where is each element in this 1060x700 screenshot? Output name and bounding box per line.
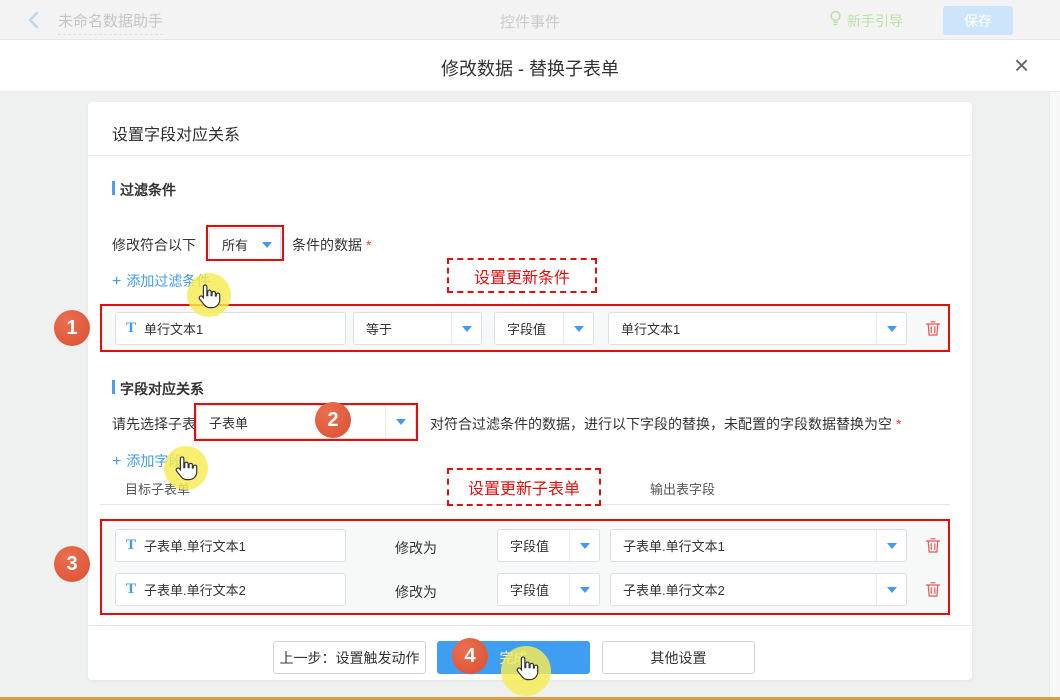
text-field-icon: T xyxy=(126,581,136,598)
mapping-valuetype-value: 字段值 xyxy=(498,536,569,555)
mapping-target-input[interactable]: T 子表单.单行文本2 xyxy=(115,573,346,606)
text-field-icon: T xyxy=(126,320,136,337)
card-header: 设置字段对应关系 xyxy=(88,102,972,156)
required-mark: * xyxy=(896,416,901,432)
mapping-valuetype-select[interactable]: 字段值 xyxy=(497,573,600,606)
top-bar: 未命名数据助手 控件事件 新手引导 保存 xyxy=(0,0,1060,40)
chevron-down-icon xyxy=(254,229,280,260)
annotation-note-update-condition: 设置更新条件 xyxy=(447,258,597,293)
column-header-output: 输出表字段 xyxy=(650,479,715,498)
annotation-note-update-subform: 设置更新子表单 xyxy=(447,468,601,506)
mapping-output-select[interactable]: 子表单.单行文本1 xyxy=(610,529,907,562)
guide-button[interactable]: 新手引导 xyxy=(828,10,903,31)
filter-rows-group: T 单行文本1 等于 字段值 单行文本1 xyxy=(100,304,950,352)
filter-section-title: 过滤条件 xyxy=(112,180,176,200)
chevron-down-icon xyxy=(563,313,593,344)
close-icon[interactable]: × xyxy=(1014,52,1029,78)
chevron-down-icon xyxy=(569,530,599,561)
plus-icon: + xyxy=(112,273,121,290)
filter-field-input[interactable]: T 单行文本1 xyxy=(115,312,346,345)
filter-value: 单行文本1 xyxy=(609,319,876,338)
delete-filter-icon[interactable] xyxy=(925,320,941,337)
chevron-down-icon xyxy=(569,574,599,605)
lightbulb-icon xyxy=(828,10,843,31)
match-mode-value: 所有 xyxy=(210,235,254,254)
filter-prefix-label: 修改符合以下 xyxy=(112,235,196,255)
settings-card: 设置字段对应关系 过滤条件 修改符合以下 所有 条件的数据* +添加过滤条件 T… xyxy=(88,102,972,680)
mapping-target-input[interactable]: T 子表单.单行文本1 xyxy=(115,529,346,562)
filter-value-select[interactable]: 单行文本1 xyxy=(608,312,907,345)
plus-icon: + xyxy=(112,453,121,470)
delete-mapping-icon[interactable] xyxy=(925,537,941,554)
scrollbar-track[interactable] xyxy=(1049,92,1060,700)
filter-valuetype-select[interactable]: 字段值 xyxy=(494,312,594,345)
previous-step-button[interactable]: 上一步：设置触发动作 xyxy=(273,641,426,674)
match-mode-select[interactable]: 所有 xyxy=(209,228,281,261)
app-window: 未命名数据助手 控件事件 新手引导 保存 修改数据 - 替换子表单 × 设置字段… xyxy=(0,0,1060,700)
mapping-description: 对符合过滤条件的数据，进行以下字段的替换，未配置的字段数据替换为空* xyxy=(430,414,901,434)
card-title: 设置字段对应关系 xyxy=(112,121,240,145)
step-badge-4: 4 xyxy=(452,638,488,674)
required-mark: * xyxy=(366,237,371,253)
text-field-icon: T xyxy=(126,537,136,554)
chevron-down-icon xyxy=(876,313,906,344)
filter-operator-value: 等于 xyxy=(354,319,451,338)
chevron-down-icon xyxy=(876,530,906,561)
other-settings-button[interactable]: 其他设置 xyxy=(602,641,755,674)
footer-divider xyxy=(88,625,972,626)
guide-label: 新手引导 xyxy=(847,11,903,31)
filter-field-value: 单行文本1 xyxy=(136,319,345,338)
action-label: 修改为 xyxy=(395,538,437,558)
filter-valuetype-value: 字段值 xyxy=(495,319,563,338)
delete-mapping-icon[interactable] xyxy=(925,581,941,598)
mapping-target-value: 子表单.单行文本2 xyxy=(136,580,345,599)
mapping-output-select[interactable]: 子表单.单行文本2 xyxy=(610,573,907,606)
hand-cursor-icon xyxy=(515,655,539,687)
mapping-section-title: 字段对应关系 xyxy=(112,379,204,399)
chevron-down-icon xyxy=(876,574,906,605)
mapping-output-value: 子表单.单行文本1 xyxy=(611,536,876,555)
subform-select[interactable]: 子表单 xyxy=(196,405,416,439)
step-badge-2: 2 xyxy=(315,402,351,438)
step-badge-3: 3 xyxy=(54,546,90,582)
filter-operator-select[interactable]: 等于 xyxy=(353,312,482,345)
chevron-down-icon xyxy=(385,406,415,438)
save-button[interactable]: 保存 xyxy=(943,6,1013,35)
subform-value: 子表单 xyxy=(197,413,385,432)
hand-cursor-icon xyxy=(197,283,221,315)
action-label: 修改为 xyxy=(395,582,437,602)
mapping-valuetype-select[interactable]: 字段值 xyxy=(497,529,600,562)
mapping-rows-group: T 子表单.单行文本1 修改为 字段值 子表单.单行文本1 T 子表单.单行文本… xyxy=(100,519,950,615)
mapping-valuetype-value: 字段值 xyxy=(498,580,569,599)
hand-cursor-icon xyxy=(174,455,198,487)
filter-suffix-label: 条件的数据* xyxy=(292,235,371,255)
chevron-down-icon xyxy=(451,313,481,344)
mapping-target-value: 子表单.单行文本1 xyxy=(136,536,345,555)
modal-title: 修改数据 - 替换子表单 xyxy=(0,55,1060,81)
mapping-output-value: 子表单.单行文本2 xyxy=(611,580,876,599)
step-badge-1: 1 xyxy=(54,310,90,346)
modal-header: 修改数据 - 替换子表单 xyxy=(0,40,1060,92)
